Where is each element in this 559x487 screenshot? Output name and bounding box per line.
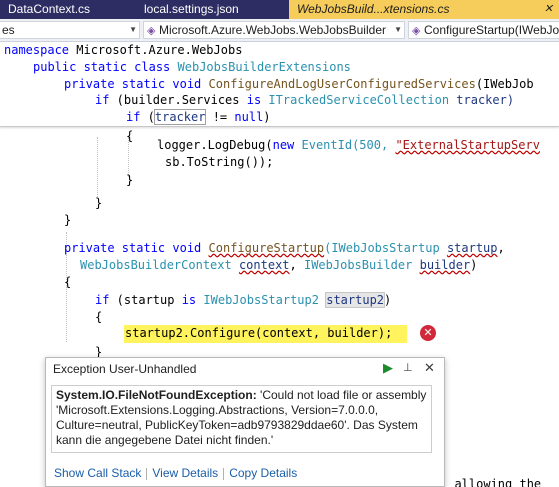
code-line: WebJobsBuilderContext context, IWebJobsB…	[80, 258, 478, 272]
code-line: public static class WebJobsBuilderExtens…	[33, 60, 351, 74]
member-dropdown-value: ConfigureStartup(IWebJo	[424, 23, 559, 37]
code-line: }	[126, 173, 134, 187]
code-line: if (startup is IWebJobsStartup2 startup2…	[95, 292, 392, 308]
code-line: {	[126, 129, 134, 143]
close-tab-icon[interactable]: ✕	[544, 0, 553, 19]
show-call-stack-link[interactable]: Show Call Stack	[54, 466, 141, 480]
continue-play-icon[interactable]: ▶	[383, 360, 393, 376]
code-line: {	[64, 275, 72, 289]
type-dropdown-value: Microsoft.Azure.WebJobs.WebJobsBuilder	[159, 23, 386, 37]
divider	[223, 467, 225, 480]
method-icon: ◈	[412, 25, 421, 37]
code-line: if (tracker != null)	[126, 109, 271, 125]
code-line: logger.LogDebug(new EventId(500, "Extern…	[157, 138, 540, 152]
exception-links: Show Call Stack View Details Copy Details	[54, 466, 297, 480]
member-dropdown[interactable]: ◈ ConfigureStartup(IWebJo	[408, 21, 559, 39]
exception-type: System.IO.FileNotFoundException:	[56, 388, 257, 402]
type-dropdown[interactable]: ◈ Microsoft.Azure.WebJobs.WebJobsBuilder ▼	[143, 21, 405, 39]
navigation-bar: es ▼ ◈ Microsoft.Azure.WebJobs.WebJobsBuil…	[0, 19, 559, 42]
tab-label: WebJobsBuild...xtensions.cs	[297, 2, 450, 16]
tab-local-settings[interactable]: local.settings.json	[136, 0, 286, 19]
copy-details-link[interactable]: Copy Details	[229, 466, 297, 480]
view-details-link[interactable]: View Details	[152, 466, 218, 480]
tab-label: DataContext.cs	[8, 2, 91, 16]
code-line: if (builder.Services is ITrackedServiceC…	[95, 93, 515, 107]
code-line: sb.ToString());	[165, 155, 274, 169]
class-icon: ◈	[147, 25, 156, 37]
close-icon[interactable]: ✕	[424, 360, 435, 376]
chevron-down-icon: ▼	[129, 25, 137, 34]
exception-helper-popup: Exception User-Unhandled ▶ ⊥ ✕ System.IO…	[45, 357, 445, 487]
exception-title: Exception User-Unhandled	[53, 362, 197, 376]
chevron-down-icon: ▼	[394, 25, 402, 34]
pin-icon[interactable]: ⊥	[403, 360, 413, 376]
document-tab-bar: DataContext.cs local.settings.json WebJo…	[0, 0, 559, 19]
code-line: namespace Microsoft.Azure.WebJobs	[4, 43, 243, 57]
project-dropdown[interactable]: es ▼	[0, 21, 140, 39]
tab-label: local.settings.json	[144, 2, 239, 16]
error-icon[interactable]: ✕	[420, 325, 436, 341]
code-line: }	[95, 196, 103, 210]
code-line: private static void ConfigureStartup(IWe…	[64, 241, 505, 255]
tab-webjobsbuilderextensions[interactable]: WebJobsBuild...xtensions.cs ✕	[289, 0, 559, 19]
code-line: }	[64, 213, 72, 227]
code-line: {	[95, 310, 103, 324]
divider	[146, 467, 148, 480]
code-line: , allowing the	[440, 477, 542, 487]
current-statement: startup2.Configure(context, builder);	[125, 326, 393, 340]
project-dropdown-value: es	[2, 23, 15, 37]
indent-guide	[97, 137, 99, 197]
code-line: private static void ConfigureAndLogUserC…	[64, 77, 534, 91]
tab-datacontext[interactable]: DataContext.cs	[0, 0, 133, 19]
exception-message: System.IO.FileNotFoundException: 'Could …	[51, 385, 432, 453]
sticky-scroll-header[interactable]: namespace Microsoft.Azure.WebJobs public…	[0, 42, 559, 127]
